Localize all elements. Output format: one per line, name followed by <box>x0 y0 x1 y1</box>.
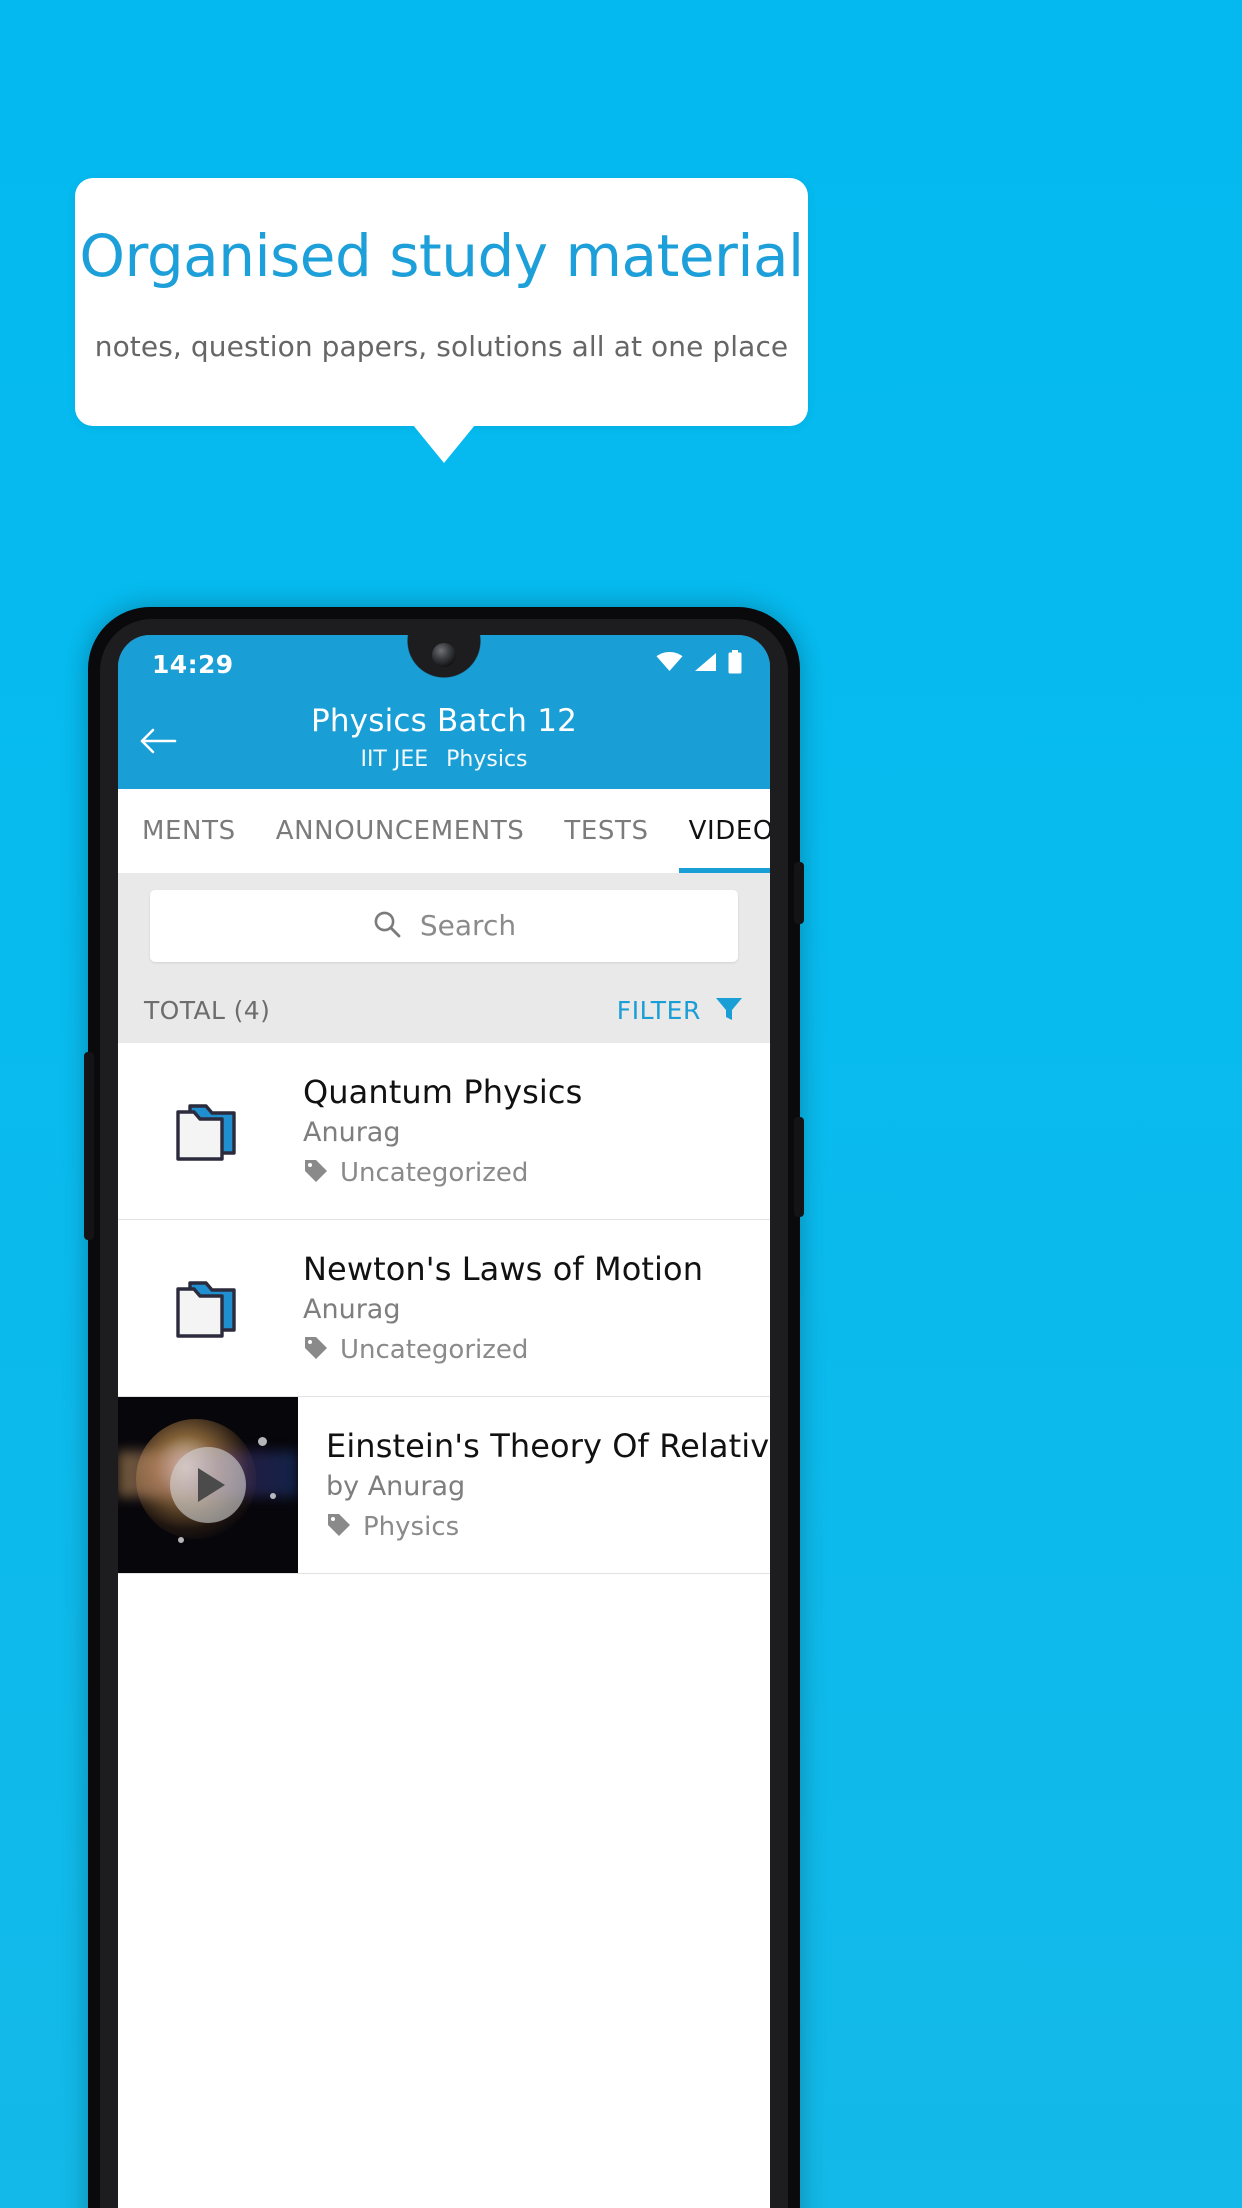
power-button[interactable] <box>794 862 804 924</box>
list-item-title: Newton's Laws of Motion <box>303 1249 704 1288</box>
list-item-body: Newton's Laws of Motion Anurag Uncategor… <box>303 1250 721 1367</box>
search-zone: Search <box>118 873 770 978</box>
list-item-title: Einstein's Theory Of Relativity <box>326 1426 770 1465</box>
promo-callout-card: Organised study material notes, question… <box>75 178 808 426</box>
tab-videos[interactable]: VIDEOS <box>669 789 770 873</box>
list-item-author: Anurag <box>303 1116 401 1148</box>
total-count-label: TOTAL (4) <box>144 996 271 1025</box>
status-time: 14:29 <box>152 649 234 679</box>
list-item-tag-label: Uncategorized <box>340 1158 529 1188</box>
folder-icon <box>118 1096 303 1166</box>
list-item-tag: Physics <box>326 1511 770 1544</box>
phone-screen: 14:29 Physics Batch 12 IIT JEE Physics M… <box>118 635 770 2208</box>
folder-icon <box>118 1273 303 1343</box>
list-item-tag: Uncategorized <box>303 1157 582 1190</box>
tab-ments[interactable]: MENTS <box>118 789 256 873</box>
thumbnail-dot <box>258 1437 267 1446</box>
list-item-body: Quantum Physics Anurag Uncategorized <box>303 1073 600 1190</box>
app-bar-subtitle: IIT JEE Physics <box>118 747 770 772</box>
side-button-left[interactable] <box>84 1052 94 1240</box>
tag-icon <box>303 1334 329 1367</box>
search-icon <box>372 909 402 943</box>
phone-mockup: 14:29 Physics Batch 12 IIT JEE Physics M… <box>84 607 804 2208</box>
tag-icon <box>303 1157 329 1190</box>
app-bar: Physics Batch 12 IIT JEE Physics <box>118 693 770 789</box>
list-item-tag-label: Uncategorized <box>340 1335 529 1365</box>
front-camera-icon <box>432 643 456 667</box>
battery-icon <box>728 650 742 678</box>
wifi-icon <box>656 652 683 676</box>
thumbnail-dot <box>270 1493 276 1499</box>
video-thumbnail[interactable] <box>118 1397 298 1573</box>
funnel-icon <box>714 994 744 1028</box>
volume-button[interactable] <box>794 1117 804 1217</box>
list-item-body: Einstein's Theory Of Relativity by Anura… <box>298 1427 770 1544</box>
video-list[interactable]: Quantum Physics Anurag Uncategorized New… <box>118 1043 770 2208</box>
list-item[interactable]: Quantum Physics Anurag Uncategorized <box>118 1043 770 1220</box>
promo-screen: Organised study material notes, question… <box>0 0 1242 2208</box>
search-input[interactable]: Search <box>150 889 738 962</box>
tab-announcements[interactable]: ANNOUNCEMENTS <box>256 789 545 873</box>
list-item-author: Anurag <box>303 1293 401 1325</box>
list-item[interactable]: Newton's Laws of Motion Anurag Uncategor… <box>118 1220 770 1397</box>
app-bar-subject: Physics <box>446 747 528 772</box>
app-bar-title: Physics Batch 12 <box>310 703 578 739</box>
app-bar-exam: IIT JEE <box>360 747 429 772</box>
filter-button[interactable]: FILTER <box>617 994 744 1028</box>
list-item-tag: Uncategorized <box>303 1334 703 1367</box>
play-icon[interactable] <box>170 1447 246 1523</box>
tab-tests[interactable]: TESTS <box>544 789 668 873</box>
list-item-title: Quantum Physics <box>303 1072 583 1111</box>
list-item[interactable]: Einstein's Theory Of Relativity by Anura… <box>118 1397 770 1574</box>
page-subtitle: notes, question papers, solutions all at… <box>94 330 789 363</box>
list-header: TOTAL (4) FILTER <box>118 978 770 1043</box>
status-icons <box>656 650 742 678</box>
signal-icon <box>694 652 717 676</box>
list-item-author: by Anurag <box>326 1470 466 1502</box>
thumbnail-dot <box>178 1537 184 1543</box>
list-item-tag-label: Physics <box>363 1512 460 1542</box>
filter-label: FILTER <box>616 996 701 1025</box>
tag-icon <box>326 1511 352 1544</box>
search-placeholder: Search <box>419 909 517 942</box>
play-triangle <box>198 1468 225 1502</box>
page-title: Organised study material <box>79 222 804 290</box>
callout-tail <box>413 425 475 463</box>
tab-bar[interactable]: MENTS ANNOUNCEMENTS TESTS VIDEOS <box>118 789 770 873</box>
